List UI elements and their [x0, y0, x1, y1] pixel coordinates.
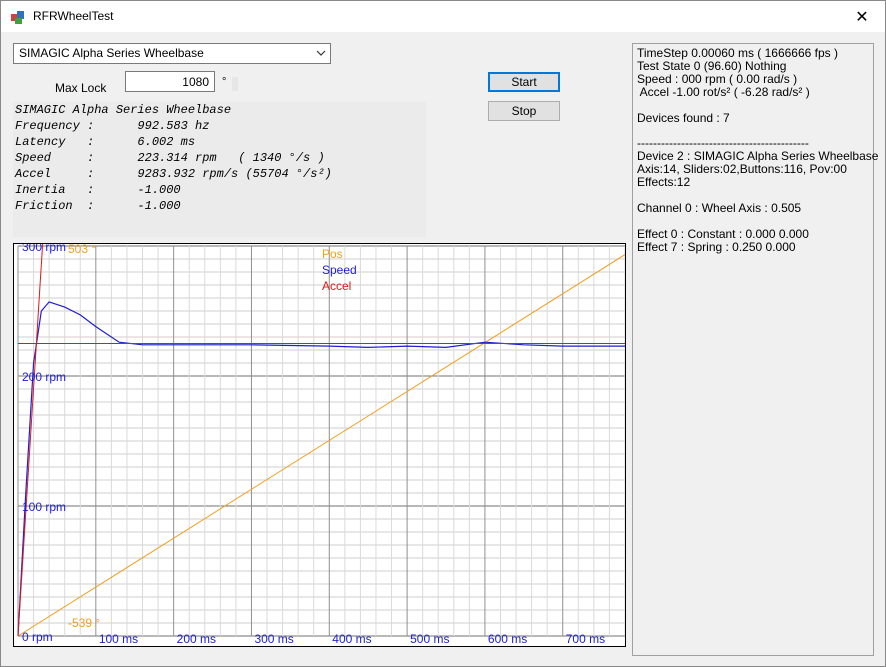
y-tick-label: 0 rpm	[22, 630, 53, 644]
pos-series	[17, 254, 626, 637]
window-title: RFRWheelTest	[33, 9, 114, 23]
pos-max-label: 503 °	[68, 244, 96, 256]
start-button[interactable]: Start	[488, 72, 560, 92]
app-icon	[11, 11, 24, 24]
max-lock-value: 1080	[182, 75, 209, 89]
status-line: Channel 0 : Wheel Axis : 0.505	[637, 200, 802, 215]
x-tick-label: 100 ms	[99, 632, 138, 646]
chart-grid	[17, 245, 626, 637]
info-frequency: Frequency : 992.583 hz	[15, 119, 210, 133]
x-tick-label: 500 ms	[410, 632, 449, 646]
status-line: Effect 7 : Spring : 0.250 0.000	[637, 239, 796, 254]
device-select-value: SIMAGIC Alpha Series Wheelbase	[19, 46, 204, 60]
status-line: Effect 0 : Constant : 0.000 0.000	[637, 226, 809, 241]
device-info-panel: SIMAGIC Alpha Series Wheelbase Frequency…	[13, 102, 426, 237]
x-tick-label: 600 ms	[488, 632, 527, 646]
info-latency: Latency : 6.002 ms	[15, 135, 196, 149]
telemetry-chart-svg: 300 rpm 200 rpm 100 rpm 0 rpm 100 ms 200 ms 30…	[17, 239, 626, 646]
status-line: ----------------------------------------…	[637, 136, 809, 151]
speed-series	[17, 301, 625, 637]
status-line: Test State 0 (96.60) Nothing	[637, 58, 787, 73]
legend-entry: Accel	[322, 279, 351, 293]
x-tick-label: 200 ms	[177, 632, 216, 646]
app-window: RFRWheelTest ✕ SIMAGIC Alpha Series Whee…	[0, 0, 886, 667]
status-line: TimeStep 0.00060 ms ( 1666666 fps )	[637, 46, 838, 60]
status-line: Axis:14, Sliders:02,Buttons:116, Pov:00	[637, 162, 847, 177]
info-accel: Accel : 9283.932 rpm/s (55704 °/s²)	[15, 167, 332, 181]
device-select[interactable]: SIMAGIC Alpha Series Wheelbase	[13, 43, 331, 64]
legend-entry: Pos	[322, 247, 343, 261]
max-lock-input[interactable]: 1080	[125, 71, 215, 92]
status-line: Device 2 : SIMAGIC Alpha Series Wheelbas…	[637, 149, 879, 164]
y-tick-label: 200 rpm	[22, 370, 66, 384]
info-inertia: Inertia : -1.000	[15, 183, 181, 197]
max-lock-unit: °	[222, 76, 227, 88]
y-tick-label: 300 rpm	[22, 244, 66, 254]
status-panel: TimeStep 0.00060 ms ( 1666666 fps ) Test …	[632, 43, 878, 656]
x-tick-label: 400 ms	[332, 632, 371, 646]
close-button[interactable]: ✕	[839, 1, 885, 32]
info-device-name: SIMAGIC Alpha Series Wheelbase	[15, 103, 232, 117]
info-friction: Friction : -1.000	[15, 199, 181, 213]
status-line: Speed : 000 rpm ( 0.00 rad/s )	[637, 71, 798, 86]
chevron-down-icon	[316, 50, 326, 56]
status-line: Effects:12	[637, 175, 691, 189]
max-lock-spinner[interactable]	[232, 77, 238, 91]
info-speed: Speed : 223.314 rpm ( 1340 °/s )	[15, 151, 325, 165]
accel-series	[17, 239, 44, 637]
telemetry-chart: 300 rpm 200 rpm 100 rpm 0 rpm 100 ms 200 ms 30…	[13, 239, 626, 647]
pos-min-label: -539 °	[68, 616, 100, 630]
close-icon: ✕	[855, 8, 869, 26]
y-tick-label: 100 rpm	[22, 500, 66, 514]
x-tick-label: 300 ms	[254, 632, 293, 646]
x-tick-label: 700 ms	[566, 632, 605, 646]
max-lock-label: Max Lock	[55, 81, 107, 95]
chart-series	[17, 239, 626, 637]
status-line: Devices found : 7	[637, 110, 730, 125]
legend-entry: Speed	[322, 263, 357, 277]
status-line: Accel -1.00 rot/s² ( -6.28 rad/s² )	[637, 84, 810, 99]
title-bar: RFRWheelTest ✕	[1, 1, 885, 32]
stop-button[interactable]: Stop	[488, 101, 560, 121]
